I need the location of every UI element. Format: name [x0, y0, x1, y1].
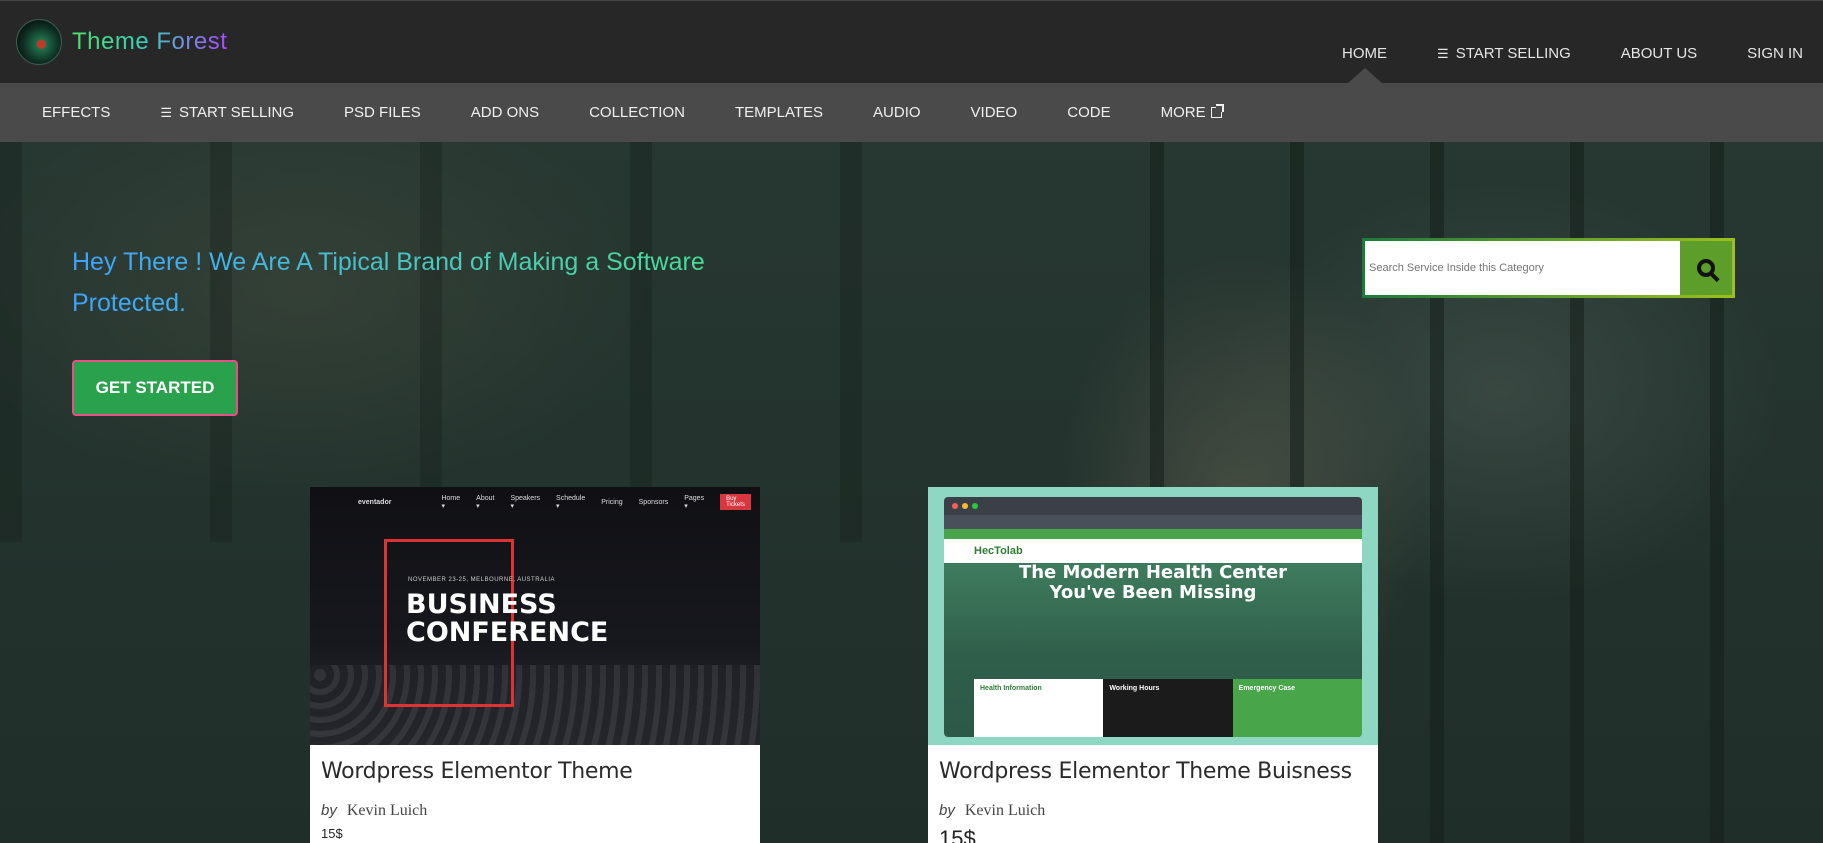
thumb-nav-item: Schedule ▾	[556, 494, 586, 510]
card-byline: by Kevin Luich	[321, 802, 749, 820]
top-nav: HOME ☰ START SELLING ABOUT US SIGN IN	[1292, 45, 1803, 84]
thumb-title: BUSINESS CONFERENCE	[406, 591, 608, 647]
category-audio[interactable]: AUDIO	[873, 104, 921, 121]
search-icon	[1697, 259, 1715, 277]
product-card[interactable]: eventador Home ▾ About ▾ Speakers ▾ Sche…	[310, 487, 760, 843]
thumb-date: NOVEMBER 23-25, MELBOURNE, AUSTRALIA	[408, 577, 556, 583]
thumb-top-strip	[944, 529, 1362, 539]
thumb-title-line: The Modern Health Center	[1018, 562, 1288, 583]
brand[interactable]: Theme Forest	[16, 19, 227, 65]
category-add-ons[interactable]: ADD ONS	[471, 104, 539, 121]
category-start-selling[interactable]: ☰ START SELLING	[160, 104, 294, 121]
thumb-title-line: CONFERENCE	[406, 617, 609, 648]
product-thumbnail[interactable]: HecTolab The Modern Health Center You've…	[928, 487, 1378, 745]
top-nav-sign-in[interactable]: SIGN IN	[1747, 45, 1803, 62]
author-name: Kevin Luich	[346, 802, 428, 819]
thumb-audience	[310, 665, 760, 745]
top-nav-start-selling-label: START SELLING	[1455, 45, 1571, 62]
card-price: 15$	[939, 826, 976, 843]
thumb-panel-title: Emergency Case	[1238, 685, 1296, 692]
author-name: Kevin Luich	[964, 802, 1046, 819]
thumb-logo: eventador	[358, 498, 392, 506]
card-byline: by Kevin Luich	[939, 802, 1367, 820]
thumb-title-line: BUSINESS	[406, 589, 557, 620]
thumb-panel-title: Working Hours	[1109, 685, 1160, 692]
by-label: by	[939, 802, 955, 819]
thumb-nav-item: About ▾	[476, 494, 495, 510]
category-more-label: MORE	[1160, 104, 1206, 121]
thumb-nav-item: Pages ▾	[684, 494, 705, 510]
category-video[interactable]: VIDEO	[971, 104, 1018, 121]
product-thumbnail[interactable]: eventador Home ▾ About ▾ Speakers ▾ Sche…	[310, 487, 760, 745]
menu-icon: ☰	[1437, 46, 1449, 61]
card-price: 15$	[321, 826, 343, 841]
thumb-nav-item: Speakers ▾	[510, 494, 541, 510]
menu-icon: ☰	[160, 104, 172, 120]
thumb-title: The Modern Health Center You've Been Mis…	[944, 563, 1362, 603]
search-box	[1362, 238, 1735, 298]
top-nav-about-us[interactable]: ABOUT US	[1621, 45, 1697, 62]
thumb-nav-item: Home ▾	[441, 494, 461, 510]
window-dot-icon	[972, 503, 978, 509]
thumb-browser: HecTolab The Modern Health Center You've…	[944, 497, 1362, 737]
category-collection[interactable]: COLLECTION	[589, 104, 685, 121]
category-effects[interactable]: EFFECTS	[42, 104, 110, 121]
hero-headline: Hey There ! We Are A Tipical Brand of Ma…	[72, 242, 772, 324]
thumb-panel: Working Hours	[1103, 679, 1233, 737]
thumb-url-bar	[944, 515, 1362, 529]
thumb-browser-chrome	[944, 497, 1362, 515]
category-psd-files[interactable]: PSD FILES	[344, 104, 421, 121]
top-nav-start-selling[interactable]: ☰ START SELLING	[1437, 45, 1571, 62]
card-body: Wordpress Elementor Theme Buisness by Kev…	[928, 745, 1378, 843]
by-label: by	[321, 802, 337, 819]
thumb-panel: Health Information	[974, 679, 1104, 737]
thumb-site-header: HecTolab	[944, 539, 1362, 563]
card-body: Wordpress Elementor Theme by Kevin Luich …	[310, 745, 760, 843]
search-button[interactable]	[1680, 241, 1732, 295]
search-input[interactable]	[1365, 241, 1680, 295]
top-header: Theme Forest HOME ☰ START SELLING ABOUT U…	[0, 0, 1823, 84]
brand-logo	[16, 19, 62, 65]
window-dot-icon	[962, 503, 968, 509]
category-templates[interactable]: TEMPLATES	[735, 104, 823, 121]
category-start-selling-label: START SELLING	[179, 104, 295, 121]
thumb-panel: Emergency Case	[1232, 679, 1362, 737]
thumb-nav: eventador Home ▾ About ▾ Speakers ▾ Sche…	[358, 494, 751, 510]
thumb-nav-item: Pricing	[601, 498, 623, 506]
thumb-panel-title: Health Information	[980, 685, 1042, 692]
category-more[interactable]: MORE	[1160, 104, 1224, 121]
category-nav: EFFECTS ☰ START SELLING PSD FILES ADD ONS…	[0, 83, 1823, 142]
category-code[interactable]: CODE	[1067, 104, 1110, 121]
thumb-logo: HecTolab	[974, 545, 1023, 557]
thumb-info-panels: Health Information Working Hours Emergen…	[974, 679, 1362, 737]
thumb-nav-item: Sponsors	[638, 498, 669, 506]
product-card[interactable]: HecTolab The Modern Health Center You've…	[928, 487, 1378, 843]
top-nav-home[interactable]: HOME	[1342, 45, 1387, 84]
card-title[interactable]: Wordpress Elementor Theme Buisness	[939, 759, 1367, 784]
hero-section: Hey There ! We Are A Tipical Brand of Ma…	[0, 142, 1823, 843]
card-title[interactable]: Wordpress Elementor Theme	[321, 759, 749, 784]
thumb-pill: Buy Tickets	[720, 494, 751, 510]
external-link-icon	[1210, 104, 1224, 118]
brand-name: Theme Forest	[72, 28, 228, 55]
thumb-title-line: You've Been Missing	[1049, 582, 1257, 603]
window-dot-icon	[952, 503, 958, 509]
get-started-button[interactable]: GET STARTED	[72, 360, 238, 416]
